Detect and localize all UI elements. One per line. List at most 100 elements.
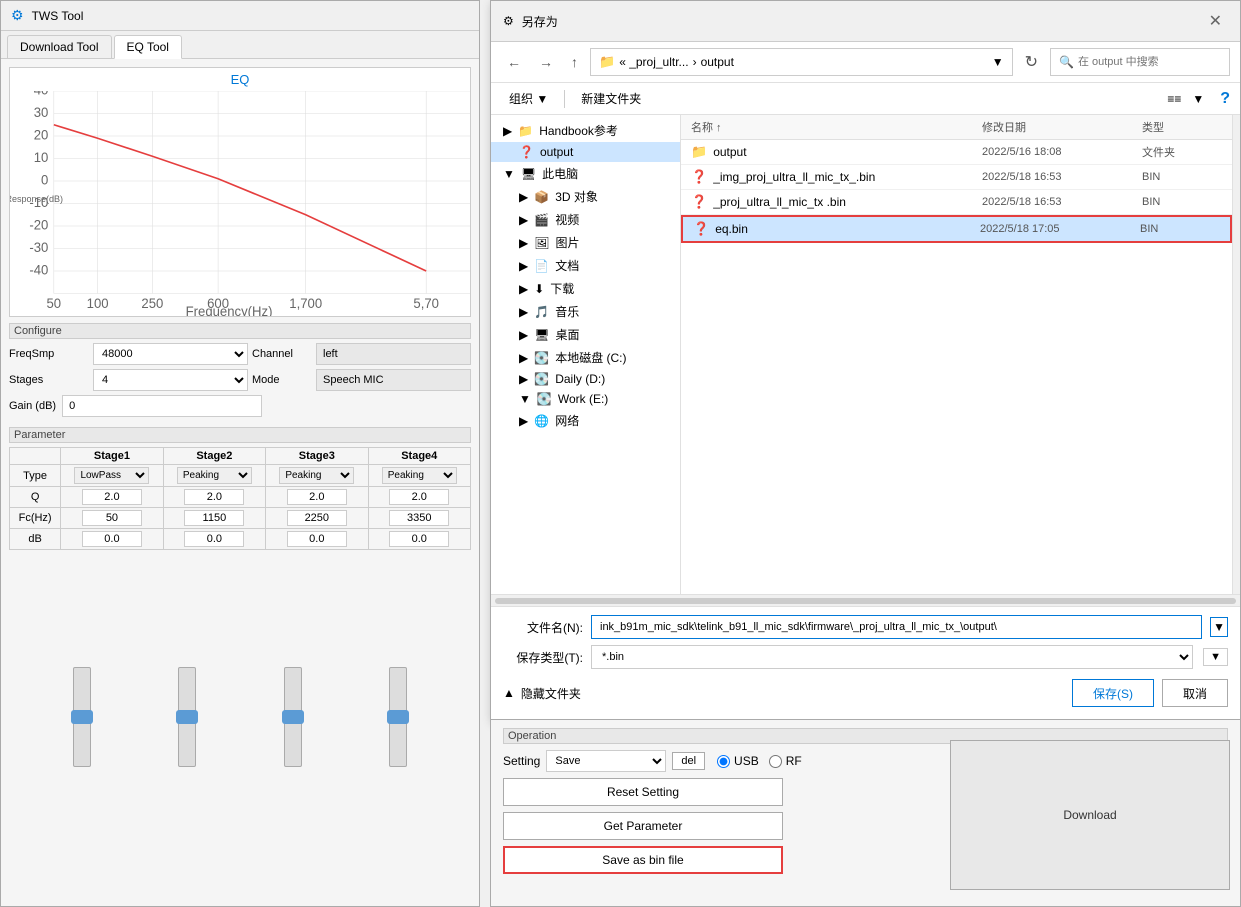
breadcrumb-dropdown[interactable]: ▼ xyxy=(992,55,1004,69)
svg-text:0: 0 xyxy=(41,172,48,187)
db-stage3-input[interactable] xyxy=(287,531,347,547)
nav-item-music[interactable]: ▶ 🎵 音乐 xyxy=(491,300,680,323)
reset-setting-button[interactable]: Reset Setting xyxy=(503,778,783,806)
expand-icon: ▶ xyxy=(503,124,512,138)
filename-input[interactable] xyxy=(591,615,1202,639)
fc-stage2-input[interactable] xyxy=(184,510,244,526)
hide-folder-arrow[interactable]: ▲ xyxy=(503,686,515,700)
filetype-dropdown-btn[interactable]: ▼ xyxy=(1203,648,1228,666)
type-stage4-select[interactable]: Peaking xyxy=(382,467,457,484)
setting-select[interactable]: Save xyxy=(546,750,666,772)
nav-item-desktop[interactable]: ▶ 🖥 桌面 xyxy=(491,323,680,346)
type-stage3-select[interactable]: Peaking xyxy=(279,467,354,484)
slider-stage3 xyxy=(284,667,302,787)
tab-eq-tool[interactable]: EQ Tool xyxy=(114,35,182,59)
search-box[interactable]: 🔍 xyxy=(1050,48,1230,76)
desktop-icon: 🖥 xyxy=(534,328,549,342)
gain-input[interactable] xyxy=(62,395,262,417)
svg-text:40: 40 xyxy=(34,91,49,97)
nav-item-3d[interactable]: ▶ 📦 3D 对象 xyxy=(491,185,680,208)
nav-item-network[interactable]: ▶ 🌐 网络 xyxy=(491,409,680,432)
breadcrumb-text: « _proj_ultr... xyxy=(619,55,688,69)
nav-item-handbook[interactable]: ▶ 📁 Handbook参考 xyxy=(491,119,680,142)
filename-dropdown-btn[interactable]: ▼ xyxy=(1210,617,1228,637)
setting-row: Setting Save del xyxy=(503,750,705,772)
nav-item-computer[interactable]: ▼ 🖥 此电脑 xyxy=(491,162,680,185)
del-button[interactable]: del xyxy=(672,752,705,770)
q-stage3-input[interactable] xyxy=(287,489,347,505)
nav-item-output[interactable]: ❓ output xyxy=(491,142,680,162)
fc-stage3-input[interactable] xyxy=(287,510,347,526)
slider-track-2[interactable] xyxy=(178,667,196,767)
radio-rf[interactable] xyxy=(769,755,782,768)
db-stage2-input[interactable] xyxy=(184,531,244,547)
freqsmp-select[interactable]: 48000 xyxy=(93,343,248,365)
tab-download-tool[interactable]: Download Tool xyxy=(7,35,112,58)
filetype-row: 保存类型(T): *.bin ▼ xyxy=(503,645,1228,669)
type-stage2-select[interactable]: Peaking xyxy=(177,467,252,484)
view-button[interactable]: ≡≡ xyxy=(1164,89,1184,109)
nav-back-button[interactable]: ← xyxy=(501,51,527,73)
search-input[interactable] xyxy=(1078,56,1221,68)
q-stage2-input[interactable] xyxy=(184,489,244,505)
svg-text:-30: -30 xyxy=(29,240,48,255)
nav-item-c-drive[interactable]: ▶ 💽 本地磁盘 (C:) xyxy=(491,346,680,369)
help-button[interactable]: ? xyxy=(1220,90,1230,108)
nav-up-button[interactable]: ↑ xyxy=(565,51,584,73)
type-stage2: Peaking xyxy=(163,465,265,487)
nav-item-d-drive[interactable]: ▶ 💽 Daily (D:) xyxy=(491,369,680,389)
file-row-img[interactable]: ❓ _img_proj_ultra_ll_mic_tx_.bin 2022/5/… xyxy=(681,165,1232,190)
slider-thumb-3[interactable] xyxy=(282,710,304,724)
scroll-track[interactable] xyxy=(495,598,1236,604)
slider-thumb-4[interactable] xyxy=(387,710,409,724)
db-stage1-input[interactable] xyxy=(82,531,142,547)
col-header-stage2: Stage2 xyxy=(163,448,265,465)
radio-usb[interactable] xyxy=(717,755,730,768)
app-icon: ⚙ xyxy=(11,7,24,24)
file-label-output: output xyxy=(713,145,746,159)
get-parameter-button[interactable]: Get Parameter xyxy=(503,812,783,840)
expand-icon: ▶ xyxy=(519,282,528,296)
db-stage4-input[interactable] xyxy=(389,531,449,547)
fc-stage4-input[interactable] xyxy=(389,510,449,526)
download-label[interactable]: Download xyxy=(1063,808,1116,822)
nav-forward-button[interactable]: → xyxy=(533,51,559,73)
refresh-button[interactable]: ↻ xyxy=(1019,49,1044,75)
configure-grid-2: Stages 4 Mode Speech MIC xyxy=(9,369,471,391)
nav-item-video[interactable]: ▶ 🎬 视频 xyxy=(491,208,680,231)
save-button[interactable]: 保存(S) xyxy=(1072,679,1154,707)
file-row-proj[interactable]: ❓ _proj_ultra_ll_mic_tx .bin 2022/5/18 1… xyxy=(681,190,1232,215)
file-row-output[interactable]: 📁 output 2022/5/16 18:08 文件夹 xyxy=(681,140,1232,165)
slider-thumb-1[interactable] xyxy=(71,710,93,724)
type-stage1-select[interactable]: LowPass xyxy=(74,467,149,484)
fc-stage1-input[interactable] xyxy=(82,510,142,526)
radio-rf-text: RF xyxy=(786,754,802,768)
save-as-bin-button[interactable]: Save as bin file xyxy=(503,846,783,874)
file-row-eq[interactable]: ❓ eq.bin 2022/5/18 17:05 BIN xyxy=(681,215,1232,243)
dialog-title-text: 另存为 xyxy=(522,13,558,30)
nav-item-downloads[interactable]: ▶ ⬇ 下载 xyxy=(491,277,680,300)
nav-item-pictures[interactable]: ▶ 🖼 图片 xyxy=(491,231,680,254)
nav-item-label: output xyxy=(540,145,573,159)
q-stage1-input[interactable] xyxy=(82,489,142,505)
filetype-select[interactable]: *.bin xyxy=(591,645,1193,669)
file-toolbar: 组织 ▼ 新建文件夹 ≡≡ ▼ ? xyxy=(491,83,1240,115)
new-folder-button[interactable]: 新建文件夹 xyxy=(573,87,649,110)
slider-track-1[interactable] xyxy=(73,667,91,767)
nav-item-label: Work (E:) xyxy=(558,392,608,406)
scrollbar[interactable] xyxy=(1232,115,1240,594)
q-stage4-input[interactable] xyxy=(389,489,449,505)
nav-item-docs[interactable]: ▶ 📄 文档 xyxy=(491,254,680,277)
slider-track-4[interactable] xyxy=(389,667,407,767)
col-header-name: 名称 ↑ xyxy=(691,119,982,135)
slider-track-3[interactable] xyxy=(284,667,302,767)
stages-select[interactable]: 4 xyxy=(93,369,248,391)
breadcrumb-bar[interactable]: 📁 « _proj_ultr... › output ▼ xyxy=(590,48,1013,76)
organize-button[interactable]: 组织 ▼ xyxy=(501,87,556,110)
nav-item-e-drive[interactable]: ▼ 💽 Work (E:) xyxy=(491,389,680,409)
filename-row: 文件名(N): ▼ xyxy=(503,615,1228,639)
dialog-close-button[interactable]: ✕ xyxy=(1203,9,1228,33)
horizontal-scrollbar[interactable] xyxy=(491,594,1240,606)
cancel-button[interactable]: 取消 xyxy=(1162,679,1228,707)
slider-thumb-2[interactable] xyxy=(176,710,198,724)
